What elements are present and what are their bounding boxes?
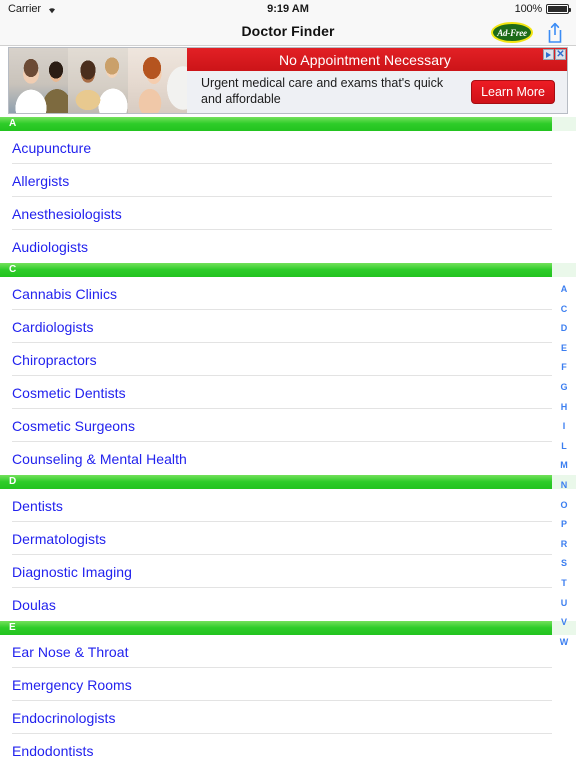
list-item[interactable]: Cannabis Clinics <box>0 277 576 310</box>
list-item[interactable]: Acupuncture <box>0 131 576 164</box>
list-item[interactable]: Anesthesiologists <box>0 197 576 230</box>
section-header-a: A <box>0 117 576 131</box>
list-item[interactable]: Ear Nose & Throat <box>0 635 576 668</box>
list-item-label: Emergency Rooms <box>12 676 132 693</box>
list-item[interactable]: Emergency Rooms <box>0 668 576 701</box>
status-bar-clock: 9:19 AM <box>267 3 309 15</box>
list-item[interactable]: Allergists <box>0 164 576 197</box>
section-header-letter: C <box>9 264 17 275</box>
ad-choices-controls: ✕ <box>543 49 566 60</box>
alphabet-index-strip[interactable]: ACDEFGHILMNOPRSTUVW <box>552 117 576 768</box>
list-item-label: Ear Nose & Throat <box>12 643 129 660</box>
section-header-d: D <box>0 475 576 489</box>
ad-body: Urgent medical care and exams that's qui… <box>187 71 567 113</box>
section-header-c: C <box>0 263 576 277</box>
ad-photo-1 <box>9 48 69 113</box>
list-item[interactable]: Cardiologists <box>0 310 576 343</box>
index-letter-e[interactable]: E <box>552 339 576 359</box>
ad-photo-3 <box>127 48 187 113</box>
index-letter-r[interactable]: R <box>552 535 576 555</box>
list-item[interactable]: Chiropractors <box>0 343 576 376</box>
category-list[interactable]: A Acupuncture Allergists Anesthesiologists A… <box>0 117 576 768</box>
index-letter-n[interactable]: N <box>552 476 576 496</box>
index-letter-o[interactable]: O <box>552 496 576 516</box>
learn-more-button[interactable]: Learn More <box>471 80 555 104</box>
index-letter-w[interactable]: W <box>552 633 576 653</box>
app-root: Carrier 9:19 AM 100% Doctor Finder Ad-Fr… <box>0 0 576 768</box>
list-item-label: Diagnostic Imaging <box>12 563 132 580</box>
list-item[interactable]: Endodontists <box>0 734 576 767</box>
list-item-label: Chiropractors <box>12 351 97 368</box>
list-item-label: Doulas <box>12 596 56 613</box>
list-item-label: Endodontists <box>12 742 94 759</box>
section-header-letter: D <box>9 476 17 487</box>
section-header-letter: A <box>9 118 17 129</box>
ad-body-text: Urgent medical care and exams that's qui… <box>201 76 444 106</box>
list-item-label: Dermatologists <box>12 530 107 547</box>
index-letter-p[interactable]: P <box>552 515 576 535</box>
ad-photo-2 <box>68 48 128 113</box>
list-item[interactable]: Audiologists <box>0 230 576 263</box>
list-item-label: Cosmetic Dentists <box>12 384 126 401</box>
list-item-label: Acupuncture <box>12 139 92 156</box>
list-item-label: Cannabis Clinics <box>12 285 118 302</box>
index-letter-d[interactable]: D <box>552 319 576 339</box>
list-item-label: Dentists <box>12 497 63 514</box>
index-letter-i[interactable]: I <box>552 417 576 437</box>
battery-percent-label: 100% <box>514 3 543 15</box>
status-bar-right: 100% <box>514 3 571 15</box>
ad-free-button[interactable]: Ad-Free <box>491 22 533 43</box>
advertisement-banner[interactable]: No Appointment Necessary Urgent medical … <box>8 47 568 114</box>
ad-photo-strip <box>9 48 187 113</box>
list-item-label: Audiologists <box>12 238 89 255</box>
index-letter-m[interactable]: M <box>552 456 576 476</box>
list-item-label: Cosmetic Surgeons <box>12 417 136 434</box>
list-item[interactable]: Endocrinologists <box>0 701 576 734</box>
page-title: Doctor Finder <box>241 23 335 39</box>
index-letter-h[interactable]: H <box>552 398 576 418</box>
list-item-label: Cardiologists <box>12 318 94 335</box>
nav-bar: Doctor Finder Ad-Free <box>0 18 576 46</box>
list-item-label: Counseling & Mental Health <box>12 450 187 467</box>
list-item-label: Endocrinologists <box>12 709 116 726</box>
adchoices-triangle-icon[interactable] <box>543 49 554 60</box>
index-letter-c[interactable]: C <box>552 300 576 320</box>
list-item[interactable]: Dentists <box>0 489 576 522</box>
list-item[interactable]: Cosmetic Surgeons <box>0 409 576 442</box>
index-letter-f[interactable]: F <box>552 358 576 378</box>
list-item[interactable]: Doulas <box>0 588 576 621</box>
index-letter-l[interactable]: L <box>552 437 576 457</box>
index-letter-g[interactable]: G <box>552 378 576 398</box>
ad-free-label: Ad-Free <box>497 27 527 38</box>
share-icon[interactable] <box>544 21 566 44</box>
list-item[interactable]: Dermatologists <box>0 522 576 555</box>
section-header-e: E <box>0 621 576 635</box>
ad-headline: No Appointment Necessary <box>278 51 452 68</box>
status-bar: Carrier 9:19 AM 100% <box>0 0 576 18</box>
list-item[interactable]: Counseling & Mental Health <box>0 442 576 475</box>
index-letter-a[interactable]: A <box>552 280 576 300</box>
list-item[interactable]: Diagnostic Imaging <box>0 555 576 588</box>
index-letter-t[interactable]: T <box>552 574 576 594</box>
ad-headline-bar: No Appointment Necessary <box>187 48 567 71</box>
adchoices-close-icon[interactable]: ✕ <box>555 49 566 60</box>
list-item[interactable]: Cosmetic Dentists <box>0 376 576 409</box>
index-letter-v[interactable]: V <box>552 613 576 633</box>
list-item-label: Anesthesiologists <box>12 205 122 222</box>
section-header-letter: E <box>9 622 16 633</box>
index-letter-u[interactable]: U <box>552 594 576 614</box>
index-letter-s[interactable]: S <box>552 554 576 574</box>
battery-full-icon <box>546 4 571 14</box>
list-item-label: Allergists <box>12 172 70 189</box>
